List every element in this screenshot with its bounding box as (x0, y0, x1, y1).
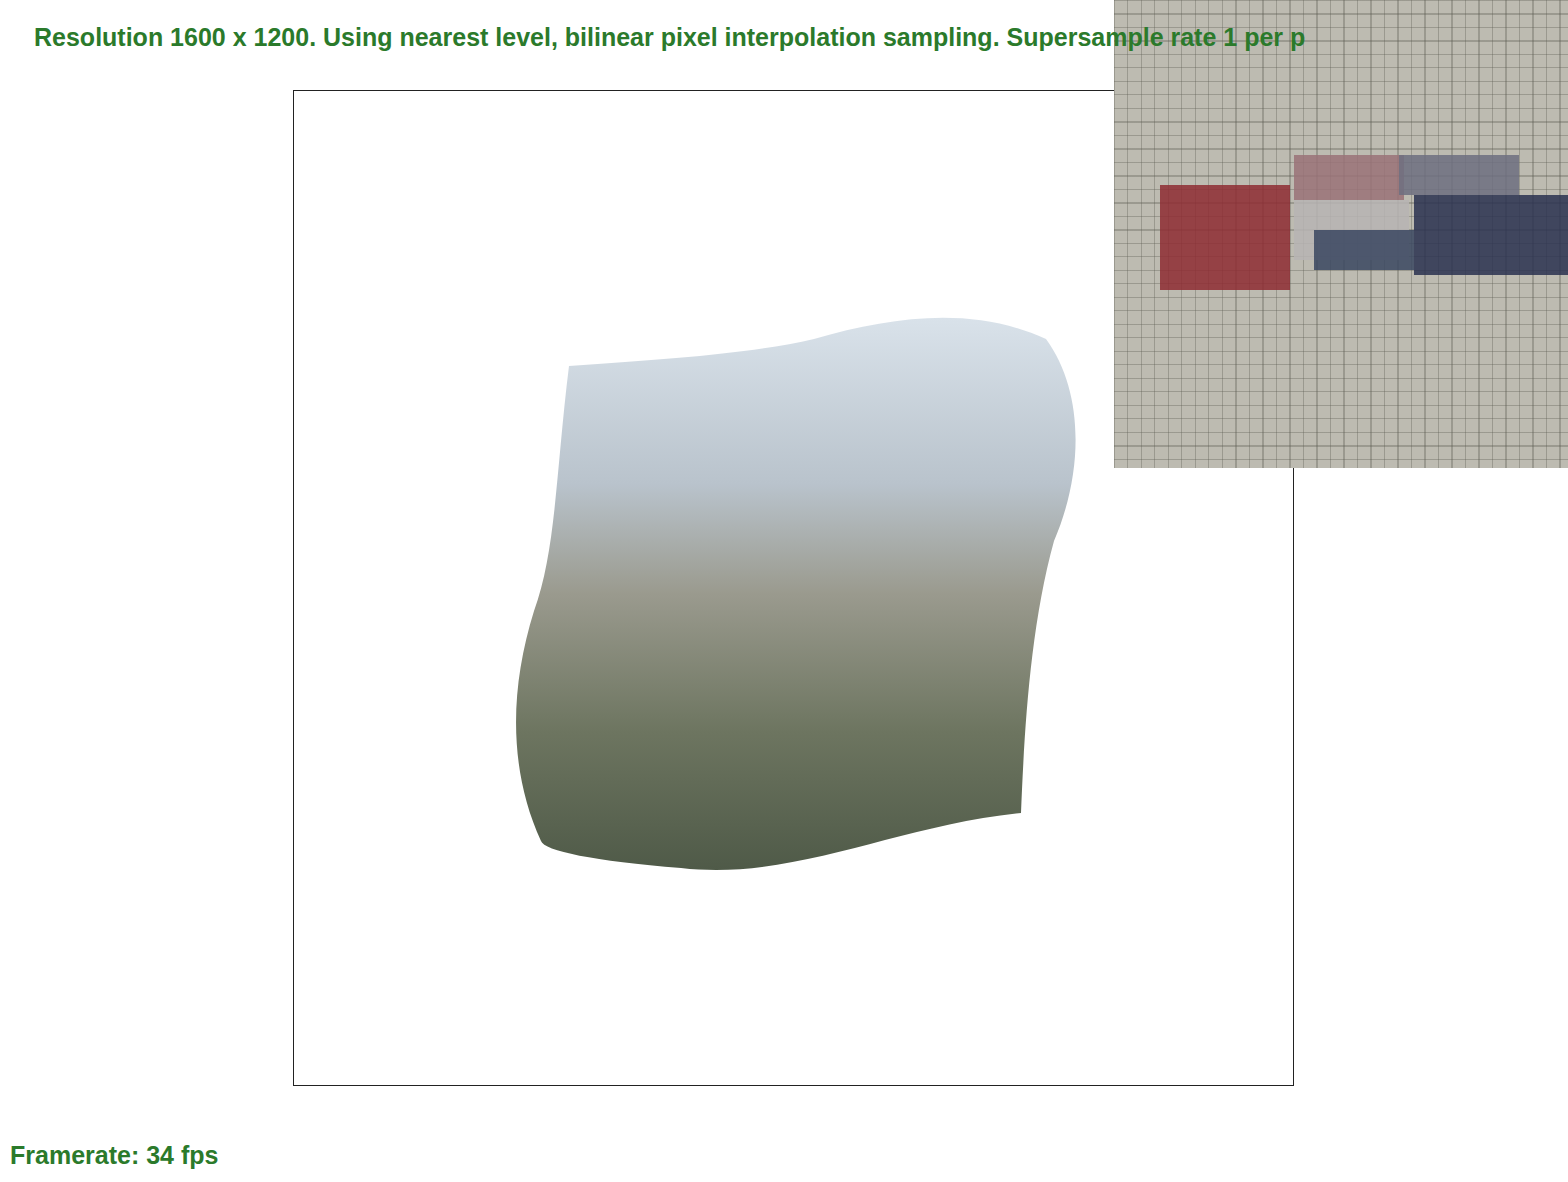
zoom-pixels (1294, 155, 1404, 200)
zoom-inset (1114, 0, 1568, 468)
zoom-pixels (1314, 230, 1414, 270)
framerate-label: Framerate: 34 fps (0, 1086, 1568, 1172)
zoom-pixels (1160, 185, 1290, 290)
zoom-pixels (1399, 155, 1519, 195)
zoom-pixels (1414, 195, 1568, 275)
status-header: Resolution 1600 x 1200. Using nearest le… (0, 0, 1568, 56)
